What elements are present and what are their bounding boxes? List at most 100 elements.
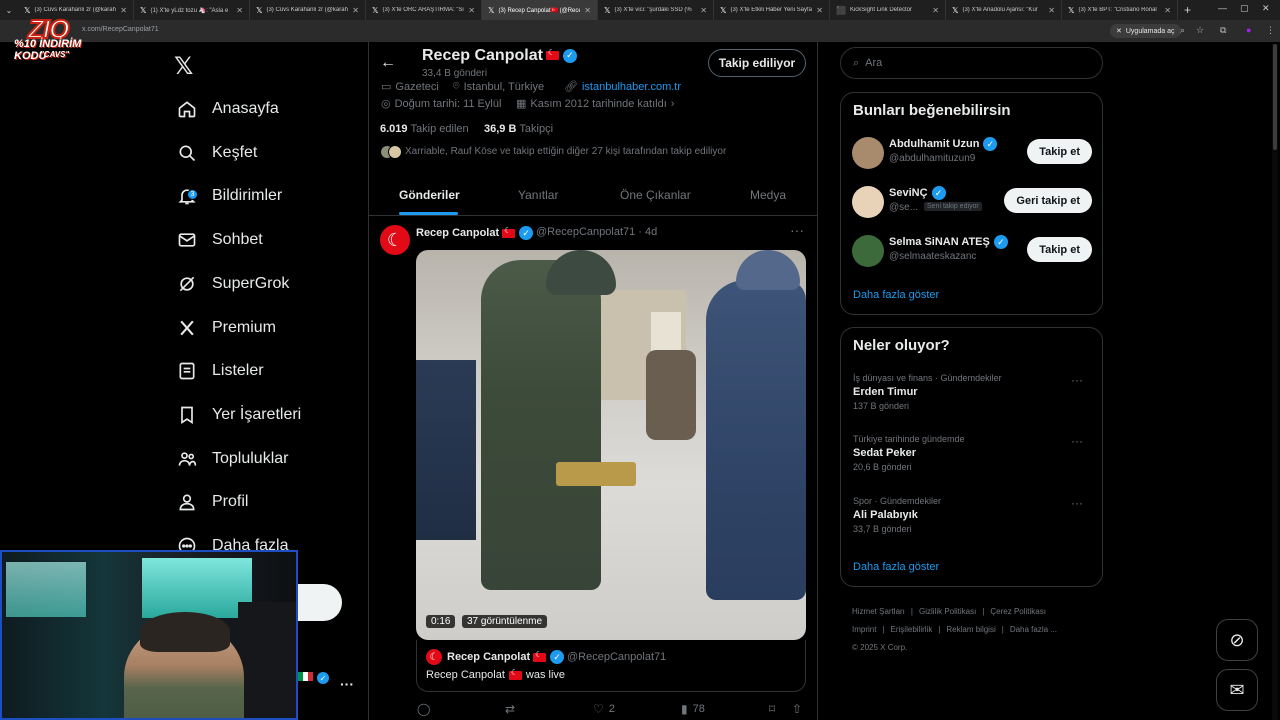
quoted-post[interactable]	[416, 640, 806, 692]
browser-tab[interactable]: 𝕏 (3) X'te ORC ARAŞTIRMA: "Si ✕	[366, 0, 482, 20]
scrollbar-thumb[interactable]	[1273, 44, 1277, 150]
tab-close-icon[interactable]: ✕	[1048, 6, 1055, 15]
extensions-icon[interactable]: ⧉	[1220, 25, 1226, 36]
trend-item[interactable]: Türkiye tarihinde gündemde Sedat Peker 2…	[853, 434, 1093, 472]
joined-meta[interactable]: ▦ Kasım 2012 tarihinde katıldı ›	[516, 97, 678, 111]
tab-close-icon[interactable]: ✕	[468, 6, 475, 15]
reply-button[interactable]: ◯	[417, 702, 435, 716]
sidebar-item-profil[interactable]: Profil	[176, 482, 248, 522]
tweet-author[interactable]: Recep Canpolat ✓	[416, 226, 534, 240]
tab-close-icon[interactable]: ✕	[352, 6, 359, 15]
tweet-video[interactable]	[416, 250, 806, 640]
suggestions-show-more[interactable]: Daha fazla göster	[853, 289, 939, 301]
trend-more-icon[interactable]: ···	[1071, 496, 1083, 510]
views-button[interactable]: ▮ 78	[681, 702, 705, 716]
tweet-avatar[interactable]: ☾	[380, 225, 410, 255]
sidebar-item-bildirimler[interactable]: 3 Bildirimler	[176, 176, 282, 216]
footer-link[interactable]: Gizlilik Politikası	[919, 607, 976, 616]
trend-item[interactable]: İş dünyası ve finans · Gündemdekiler Erd…	[853, 373, 1093, 411]
grok-button[interactable]: ⊘	[1216, 619, 1258, 661]
tab-favicon-icon: 𝕏	[372, 5, 379, 15]
tab-close-icon[interactable]: ✕	[584, 6, 591, 15]
trend-item[interactable]: Spor · Gündemdekiler Ali Palabıyık 33,7 …	[853, 496, 1093, 534]
followed-by-text[interactable]: Xarriable, Rauf Köse ve takip ettiğin di…	[405, 146, 726, 157]
browser-tab[interactable]: 𝕏 (3) X'te BPT: "Cristiano Ronal ✕	[1062, 0, 1178, 20]
avatar[interactable]	[852, 186, 884, 218]
tab-close-icon[interactable]: ✕	[1164, 6, 1171, 15]
tab-close-icon[interactable]: ✕	[816, 6, 823, 15]
browser-menu-icon[interactable]: ⋮	[1266, 25, 1275, 36]
restore-icon[interactable]: ▢	[1240, 3, 1249, 14]
trend-more-icon[interactable]: ···	[1071, 373, 1083, 387]
footer-link[interactable]: Erişilebilirlik	[891, 625, 933, 634]
tab-close-icon[interactable]: ✕	[120, 6, 127, 15]
footer-link[interactable]: Hizmet Şartları	[852, 607, 905, 616]
browser-tab[interactable]: 𝕏 (3) X'te Etkili Haber Yeni Sayfa ✕	[714, 0, 830, 20]
profile-tab[interactable]: Öne Çıkanlar	[620, 188, 691, 216]
following-stat[interactable]: 6.019 Takip edilen	[380, 123, 469, 135]
footer-link[interactable]: Reklam bilgisi	[946, 625, 995, 634]
sidebar-item-label: Profil	[212, 493, 249, 511]
share-button[interactable]: ⇧	[792, 702, 807, 716]
new-tab-button[interactable]: +	[1184, 3, 1191, 17]
browser-tab[interactable]: 𝕏 (3) Cüvs Karahanlı zr (@karah ✕	[250, 0, 366, 20]
repost-button[interactable]: ⇄	[505, 702, 520, 716]
grok-icon: ⊘	[1229, 629, 1245, 650]
browser-tab[interactable]: 𝕏 (3) X'te vici: "şurdaki SSD (% ✕	[598, 0, 714, 20]
profile-tab[interactable]: Medya	[750, 188, 786, 216]
reply-icon: ◯	[417, 702, 431, 716]
suggestion-item[interactable]: SeviNÇ ✓ @se... Seni takip ediyor Geri ta…	[852, 186, 1092, 222]
follow-button[interactable]: Geri takip et	[1004, 188, 1092, 213]
sidebar-item-sohbet[interactable]: Sohbet	[176, 220, 263, 260]
profile-name: Recep Canpolat ✓	[422, 47, 577, 65]
following-button[interactable]: Takip ediliyor	[708, 49, 806, 77]
avatar[interactable]	[852, 235, 884, 267]
trends-show-more[interactable]: Daha fazla göster	[853, 561, 939, 573]
tweet-time[interactable]: 4d	[645, 226, 657, 238]
tweet-more-icon[interactable]: ···	[790, 222, 804, 238]
browser-tab[interactable]: 𝕏 (3) X'te Anadolu Ajansı: "Kur ✕	[946, 0, 1062, 20]
suggestion-item[interactable]: Selma SiNAN ATEŞ ✓ @selmaateskazanc Takip…	[852, 235, 1092, 271]
tweet-handle[interactable]: @RecepCanpolat71	[536, 226, 635, 238]
close-window-icon[interactable]: ✕	[1262, 3, 1270, 14]
avatar[interactable]	[852, 137, 884, 169]
minimize-icon[interactable]: —	[1218, 3, 1227, 13]
browser-tab[interactable]: 𝕏 (1) X'te yLdz tozu 🦄: "Asla e ✕	[134, 0, 250, 20]
footer-link[interactable]: © 2025 X Corp.	[852, 643, 907, 652]
browser-tab[interactable]: ⬛ KickSight Link Detector ✕	[830, 0, 946, 20]
quote-author: Recep Canpolat ✓	[447, 650, 565, 664]
followers-stat[interactable]: 36,9 B Takipçi	[484, 123, 553, 135]
messages-button[interactable]: ✉	[1216, 669, 1258, 711]
bookmark-star-icon[interactable]: ☆	[1196, 25, 1204, 36]
sidebar-item-keşfet[interactable]: Keşfet	[176, 133, 257, 173]
tab-close-icon[interactable]: ✕	[700, 6, 707, 15]
bookmark-button[interactable]: ⌑	[769, 702, 780, 716]
sidebar-item-supergrok[interactable]: SuperGrok	[176, 264, 289, 304]
sidebar-item-topluluklar[interactable]: Topluluklar	[176, 439, 288, 479]
zoom-icon[interactable]: ⌕	[1180, 25, 1185, 36]
tab-close-icon[interactable]: ✕	[932, 6, 939, 15]
tab-close-icon[interactable]: ✕	[236, 6, 243, 15]
profile-tab[interactable]: Yanıtlar	[518, 188, 558, 216]
sidebar-item-premium[interactable]: Premium	[176, 308, 276, 348]
sidebar-item-listeler[interactable]: Listeler	[176, 351, 264, 391]
search-input[interactable]: ⌕ Ara	[840, 47, 1103, 79]
trend-more-icon[interactable]: ···	[1071, 434, 1083, 448]
sidebar-item-yer-i-şaretleri[interactable]: Yer İşaretleri	[176, 395, 301, 435]
website-meta[interactable]: 🔗︎ istanbulhaber.com.tr	[564, 80, 681, 94]
back-arrow-icon[interactable]: ←	[380, 54, 396, 72]
follow-button[interactable]: Takip et	[1027, 139, 1092, 164]
x-logo-icon[interactable]: 𝕏	[174, 52, 193, 81]
suggestion-item[interactable]: Abdulhamit Uzun ✓ @abdulhamituzun9 Takip …	[852, 137, 1092, 173]
footer-link[interactable]: Çerez Politikası	[990, 607, 1046, 616]
footer-link[interactable]: Imprint	[852, 625, 876, 634]
website-link[interactable]: istanbulhaber.com.tr	[582, 81, 681, 93]
open-in-app-button[interactable]: ✕ Uygulamada aç	[1110, 24, 1181, 38]
footer-link[interactable]: Daha fazla ...	[1010, 625, 1057, 634]
like-button[interactable]: ♡ 2	[593, 702, 615, 716]
browser-tab[interactable]: 𝕏 (3) Recep Canpolat🇹🇷 (@Recep ✕	[482, 0, 598, 20]
account-more-icon[interactable]: ···	[340, 676, 354, 692]
profile-avatar-icon[interactable]: ●	[1246, 25, 1251, 35]
sidebar-item-anasayfa[interactable]: Anasayfa	[176, 89, 279, 129]
follow-button[interactable]: Takip et	[1027, 237, 1092, 262]
